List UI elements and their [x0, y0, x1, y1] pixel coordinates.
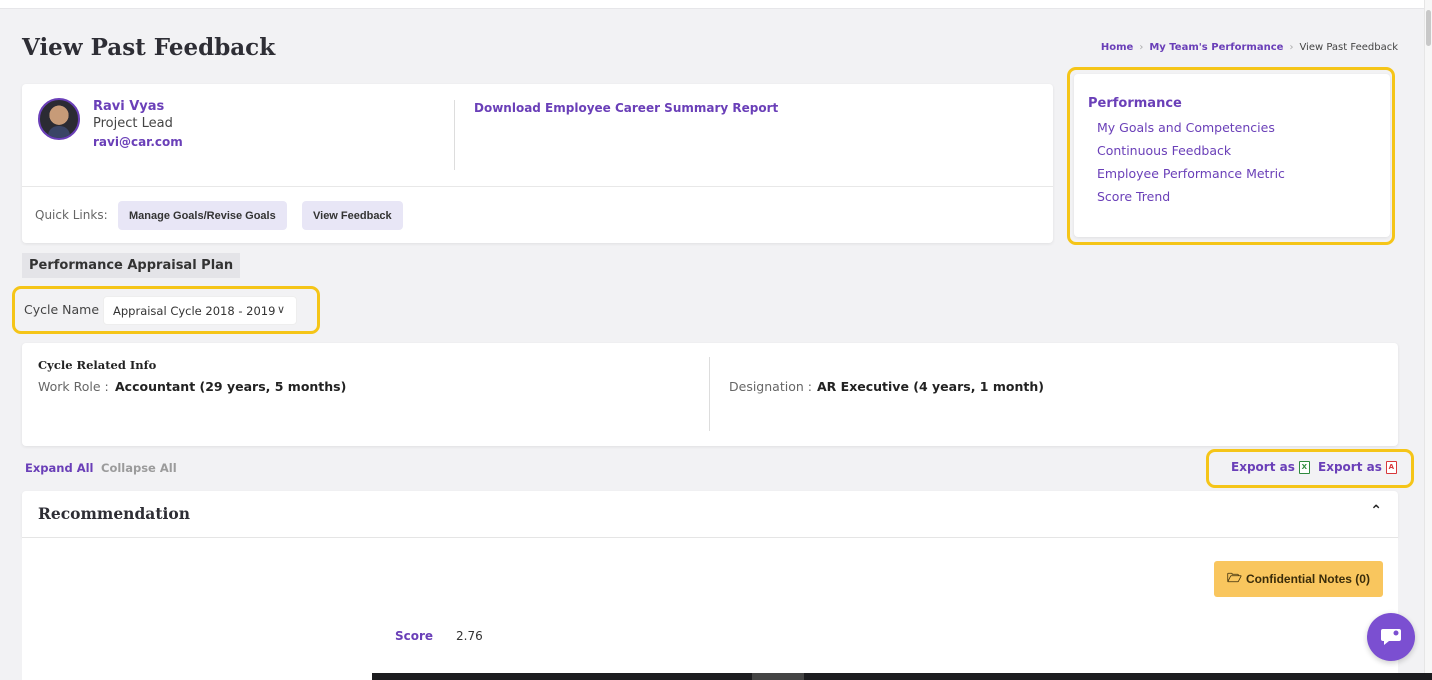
- download-career-summary-link[interactable]: Download Employee Career Summary Report: [474, 101, 778, 115]
- chat-button[interactable]: [1367, 613, 1415, 661]
- excel-file-icon: X: [1298, 460, 1310, 474]
- score-value: 2.76: [456, 629, 483, 643]
- work-role-label: Work Role :: [38, 379, 109, 394]
- expand-all-link[interactable]: Expand All: [25, 461, 93, 475]
- work-role-value: Accountant (29 years, 5 months): [115, 379, 347, 394]
- designation-label: Designation :: [729, 379, 812, 394]
- avatar: [38, 98, 80, 140]
- cycle-info-heading: Cycle Related Info: [38, 358, 157, 372]
- page-scrollbar[interactable]: [1424, 0, 1432, 680]
- score-label: Score: [395, 629, 434, 643]
- breadcrumb-team-performance[interactable]: My Team's Performance: [1149, 42, 1283, 53]
- recommendation-header[interactable]: Recommendation ⌃: [22, 491, 1398, 538]
- export-excel-button[interactable]: Export as X: [1231, 460, 1310, 474]
- confidential-notes-button[interactable]: 🗁 Confidential Notes (0): [1214, 561, 1383, 597]
- employee-email[interactable]: ravi@car.com: [93, 135, 183, 149]
- cycle-info-divider: [709, 357, 710, 431]
- manage-goals-button[interactable]: Manage Goals/Revise Goals: [118, 201, 287, 230]
- export-pdf-button[interactable]: Export as A: [1318, 460, 1397, 474]
- breadcrumb-current: View Past Feedback: [1299, 42, 1398, 53]
- taskbar-tab[interactable]: [752, 673, 804, 680]
- scrollbar-thumb[interactable]: [1426, 10, 1431, 46]
- quick-links-label: Quick Links:: [35, 208, 108, 222]
- export-pdf-label: Export as: [1318, 460, 1382, 474]
- cycle-name-label: Cycle Name: [24, 302, 100, 317]
- breadcrumb-home[interactable]: Home: [1101, 42, 1133, 53]
- page-title: View Past Feedback: [22, 34, 276, 61]
- pdf-file-icon: A: [1385, 460, 1397, 474]
- chevron-down-icon: ∨: [274, 303, 285, 316]
- employee-name[interactable]: Ravi Vyas: [93, 99, 164, 114]
- menu-item-performance-metric[interactable]: Employee Performance Metric: [1097, 166, 1285, 181]
- appraisal-plan-tag: Performance Appraisal Plan: [22, 253, 241, 278]
- cycle-name-select[interactable]: Appraisal Cycle 2018 - 2019 ∨: [103, 296, 297, 325]
- designation-value: AR Executive (4 years, 1 month): [817, 379, 1044, 394]
- menu-item-score-trend[interactable]: Score Trend: [1097, 189, 1170, 204]
- performance-menu-title: Performance: [1088, 96, 1182, 111]
- profile-divider: [454, 100, 455, 170]
- cycle-select-value: Appraisal Cycle 2018 - 2019: [113, 303, 276, 318]
- view-feedback-button[interactable]: View Feedback: [302, 201, 403, 230]
- collapse-all-link[interactable]: Collapse All: [101, 461, 177, 475]
- cycle-info-card: Cycle Related Info Work Role : Accountan…: [22, 343, 1398, 446]
- menu-item-continuous-feedback[interactable]: Continuous Feedback: [1097, 143, 1231, 158]
- recommendation-title: Recommendation: [38, 504, 190, 523]
- recommendation-body: [22, 538, 1398, 680]
- menu-item-goals-competencies[interactable]: My Goals and Competencies: [1097, 120, 1275, 135]
- chevron-right-icon: ›: [1139, 42, 1144, 53]
- top-bar: [0, 0, 1424, 9]
- folder-icon: 🗁: [1227, 570, 1242, 585]
- chevron-right-icon: ›: [1289, 42, 1294, 53]
- bottom-taskbar: [372, 673, 1432, 680]
- employee-role: Project Lead: [93, 116, 173, 131]
- export-excel-label: Export as: [1231, 460, 1295, 474]
- confidential-notes-label: Confidential Notes (0): [1245, 572, 1370, 586]
- performance-menu: Performance My Goals and Competencies Co…: [1074, 74, 1390, 237]
- quick-links-divider: [22, 186, 1053, 187]
- chat-icon: [1381, 629, 1401, 645]
- employee-profile-card: Ravi Vyas Project Lead ravi@car.com Down…: [22, 84, 1053, 243]
- chevron-up-icon[interactable]: ⌃: [1370, 503, 1382, 519]
- breadcrumb: Home › My Team's Performance › View Past…: [1101, 42, 1398, 53]
